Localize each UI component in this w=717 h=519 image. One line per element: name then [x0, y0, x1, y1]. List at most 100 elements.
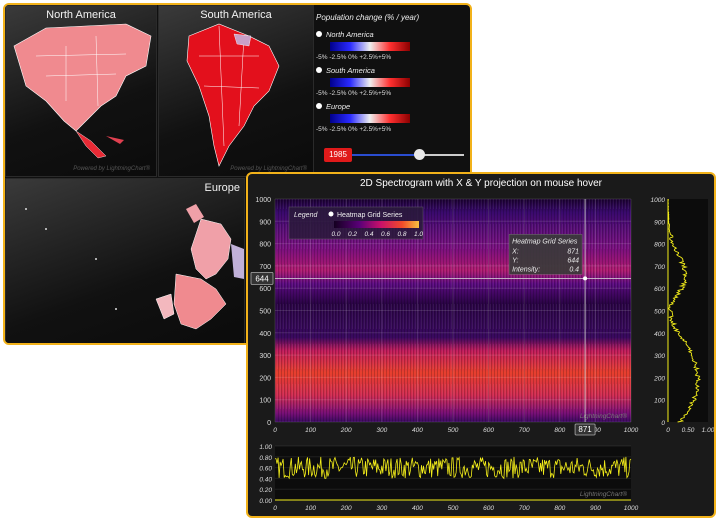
y-tick-label: 0.20 — [259, 487, 272, 494]
x-tick-label: 300 — [376, 505, 387, 512]
cursor-point — [583, 276, 588, 281]
y-tick-label: 400 — [259, 331, 271, 338]
y-tick-label: 100 — [654, 398, 665, 405]
cursor-x-label: 871 — [578, 425, 592, 434]
color-scale — [330, 42, 410, 51]
x-tick-label: 100 — [305, 505, 316, 512]
x-tick-label: 0 — [666, 427, 670, 434]
x-tick-label: 500 — [448, 505, 459, 512]
legend-ticks: -5% -2.5% 0% +2.5%+5% — [316, 54, 392, 61]
legend-tick-label: 0.4 — [364, 231, 373, 238]
tooltip-x-label: X: — [511, 248, 519, 255]
x-tick-label: 500 — [448, 427, 459, 434]
europe-title: Europe — [204, 182, 240, 194]
y-tick-label: 800 — [259, 242, 271, 249]
y-tick-label: 200 — [259, 375, 271, 382]
y-tick-label: 400 — [654, 331, 665, 338]
x-tick-label: 700 — [519, 427, 530, 434]
legend-row-europe: Europe -5% -2.5% 0% +2.5%+5% — [316, 102, 466, 138]
legend-ticks: -5% -2.5% 0% +2.5%+5% — [316, 90, 392, 97]
legend-label: Legend — [294, 212, 318, 219]
x-tick-label: 1000 — [624, 427, 639, 434]
south-america-title: South America — [200, 9, 272, 21]
legend-label: South America — [316, 66, 466, 75]
x-tick-label: 100 — [305, 427, 316, 434]
tooltip-series: Heatmap Grid Series — [512, 238, 578, 245]
south-america-shapes — [186, 23, 280, 167]
y-tick-label: 200 — [653, 375, 665, 382]
lightningchart-logo: LightningChart® — [580, 490, 627, 498]
x-tick-label: 700 — [519, 505, 530, 512]
legend-ticks: -5% -2.5% 0% +2.5%+5% — [316, 126, 392, 133]
population-legend: Population change (% / year) North Ameri… — [316, 13, 466, 163]
tooltip-y-label: Y: — [512, 257, 518, 264]
cursor-y-label: 644 — [255, 274, 269, 283]
y-projection-plot: 0 100 200 300 400 500 600 700 800 900 1000 0 0.50 1.0… — [651, 197, 714, 434]
y-tick-label: 1000 — [255, 197, 271, 204]
x-tick-label: 0 — [273, 427, 277, 434]
y-projection-area — [668, 199, 708, 422]
y-tick-label: 0.00 — [259, 498, 272, 505]
legend-label: North America — [316, 30, 466, 39]
y-tick-label: 500 — [654, 309, 665, 316]
x-tick-label: 300 — [376, 427, 387, 434]
legend-row-north-america: North America -5% -2.5% 0% +2.5%+5% — [316, 30, 466, 66]
y-tick-label: 300 — [654, 353, 665, 360]
year-label: 1985 — [324, 148, 352, 162]
color-scale — [330, 114, 410, 123]
north-america-title: North America — [46, 9, 116, 21]
spectrogram-chart[interactable]: 010020030040050060070080090010000 100 200 3… — [248, 174, 714, 516]
x-tick-label: 1000 — [624, 505, 639, 512]
y-tick-label: 100 — [259, 398, 271, 405]
x-projection-area — [275, 446, 631, 500]
legend-tick-label: 0.2 — [348, 231, 357, 238]
heatmap-plot[interactable]: 0 100 200 300 400 500 600 700 800 900 1000 0 100 200 3… — [250, 197, 639, 436]
legend-row-south-america: South America -5% -2.5% 0% +2.5%+5% — [316, 66, 466, 102]
north-america-map[interactable]: North America Powered by LightningChart® — [5, 5, 157, 177]
y-tick-label: 1000 — [651, 197, 666, 204]
y-tick-label: 500 — [259, 309, 271, 316]
y-tick-label: 0 — [661, 420, 665, 427]
legend-tick-label: 0.8 — [397, 231, 406, 238]
x-tick-label: 800 — [554, 505, 565, 512]
y-tick-label: 700 — [259, 264, 271, 271]
north-america-shapes — [13, 23, 152, 159]
legend-series-name: Heatmap Grid Series — [337, 212, 403, 219]
x-tick-label: 1.00 — [702, 427, 714, 434]
x-tick-label: 0 — [273, 505, 277, 512]
legend-title: Population change (% / year) — [316, 13, 420, 22]
europe-shapes — [25, 204, 244, 330]
x-tick-label: 400 — [412, 505, 423, 512]
y-tick-label: 1.00 — [259, 444, 272, 451]
legend-label: Europe — [316, 102, 466, 111]
x-tick-label: 600 — [483, 427, 494, 434]
y-tick-label: 800 — [654, 242, 665, 249]
color-scale — [330, 78, 410, 87]
europe-map[interactable]: Europe — [5, 178, 245, 343]
tooltip-intensity-value: 0.4 — [569, 266, 579, 273]
x-tick-label: 600 — [483, 505, 494, 512]
lightningchart-logo: LightningChart® — [580, 412, 627, 420]
year-slider[interactable] — [352, 149, 464, 160]
x-tick-label: 800 — [554, 427, 565, 434]
legend-marker — [328, 211, 334, 217]
y-tick-label: 700 — [654, 264, 665, 271]
x-projection-plot: 0.00 0.20 0.40 0.60 0.80 1.00 0 100 200 300 400 500… — [259, 444, 638, 512]
y-tick-label: 0.80 — [259, 455, 272, 462]
x-tick-label: 200 — [340, 427, 352, 434]
x-tick-label: 400 — [412, 427, 423, 434]
year-slider-fill — [352, 154, 420, 156]
legend-color-scale — [334, 221, 419, 228]
tooltip-intensity-label: Intensity: — [512, 266, 540, 273]
y-tick-label: 900 — [259, 219, 271, 226]
spectrogram-panel: 2D Spectrogram with X & Y projection on … — [246, 172, 716, 518]
y-tick-label: 0 — [267, 420, 271, 427]
south-america-map[interactable]: South America Powered by LightningChart® — [158, 5, 314, 177]
y-tick-label: 0.60 — [259, 466, 272, 473]
y-tick-label: 600 — [259, 286, 271, 293]
y-tick-label: 900 — [654, 219, 665, 226]
y-tick-label: 600 — [654, 286, 665, 293]
tooltip-x-value: 871 — [567, 248, 579, 255]
x-tick-label: 200 — [340, 505, 352, 512]
x-tick-label: 900 — [590, 505, 601, 512]
